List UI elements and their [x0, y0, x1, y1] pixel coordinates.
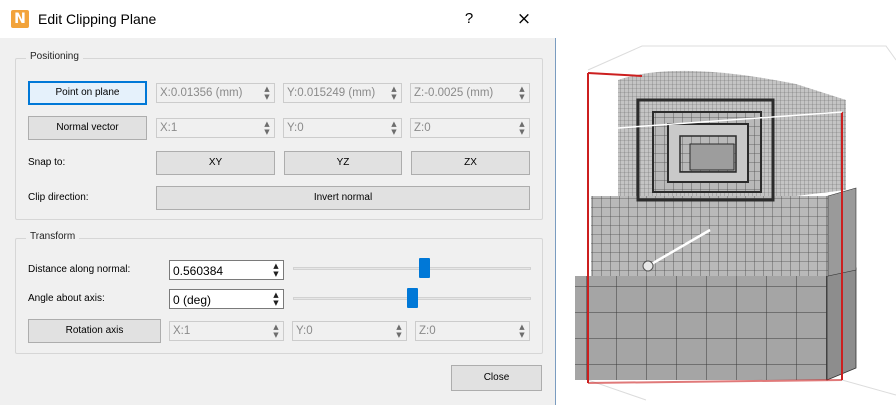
snap-to-label: Snap to: [28, 157, 66, 168]
invert-normal-button[interactable]: Invert normal [156, 186, 530, 210]
point-y-field[interactable]: Y:0.015249 (mm) ▲ ▼ [283, 83, 402, 103]
spin-down-icon[interactable]: ▼ [388, 128, 400, 136]
spin-up-icon[interactable]: ▲ [270, 262, 282, 270]
model-viewport[interactable] [556, 0, 896, 405]
rotation-axis-button[interactable]: Rotation axis [28, 319, 161, 343]
normal-x-spin-arrows[interactable]: ▲ ▼ [261, 120, 273, 136]
distance-slider-track[interactable] [293, 267, 531, 270]
help-button[interactable]: ? [455, 6, 483, 32]
normal-y-field[interactable]: Y:0 ▲ ▼ [283, 118, 402, 138]
distance-input[interactable]: 0.560384 ▲ ▼ [169, 260, 284, 280]
snap-zx-button[interactable]: ZX [411, 151, 530, 175]
mesh-render [575, 45, 896, 401]
normal-x-value: X:1 [160, 122, 178, 134]
title-bar[interactable]: N Edit Clipping Plane ? × [0, 0, 556, 38]
axis-y-field[interactable]: Y:0 ▲ ▼ [292, 321, 407, 341]
point-y-value: Y:0.015249 (mm) [287, 87, 376, 99]
snap-yz-button[interactable]: YZ [284, 151, 402, 175]
normal-x-field[interactable]: X:1 ▲ ▼ [156, 118, 275, 138]
normal-y-value: Y:0 [287, 122, 304, 134]
close-window-icon[interactable]: × [508, 6, 540, 32]
spin-up-icon[interactable]: ▲ [516, 120, 528, 128]
spin-up-icon[interactable]: ▲ [388, 85, 400, 93]
spin-down-icon[interactable]: ▼ [516, 331, 528, 339]
point-x-spin-arrows[interactable]: ▲ ▼ [261, 85, 273, 101]
angle-input[interactable]: 0 (deg) ▲ ▼ [169, 289, 284, 309]
spin-up-icon[interactable]: ▲ [261, 120, 273, 128]
spin-down-icon[interactable]: ▼ [388, 93, 400, 101]
distance-slider[interactable] [293, 258, 531, 278]
spin-down-icon[interactable]: ▼ [270, 270, 282, 278]
normal-z-field[interactable]: Z:0 ▲ ▼ [410, 118, 530, 138]
axis-y-spin-arrows[interactable]: ▲ ▼ [393, 323, 405, 339]
axis-z-value: Z:0 [419, 325, 436, 337]
axis-x-spin-arrows[interactable]: ▲ ▼ [270, 323, 282, 339]
snap-xy-button[interactable]: XY [156, 151, 275, 175]
angle-about-axis-label: Angle about axis: [28, 293, 105, 304]
point-x-field[interactable]: X:0.01356 (mm) ▲ ▼ [156, 83, 275, 103]
axis-x-value: X:1 [173, 325, 191, 337]
normal-y-spin-arrows[interactable]: ▲ ▼ [388, 120, 400, 136]
point-z-spin-arrows[interactable]: ▲ ▼ [516, 85, 528, 101]
axis-z-field[interactable]: Z:0 ▲ ▼ [415, 321, 530, 341]
distance-along-normal-label: Distance along normal: [28, 264, 131, 275]
spin-up-icon[interactable]: ▲ [270, 291, 282, 299]
spin-up-icon[interactable]: ▲ [516, 85, 528, 93]
spin-up-icon[interactable]: ▲ [393, 323, 405, 331]
dialog-title: Edit Clipping Plane [38, 11, 157, 27]
axis-x-field[interactable]: X:1 ▲ ▼ [169, 321, 284, 341]
distance-slider-handle[interactable] [418, 258, 430, 278]
spin-up-icon[interactable]: ▲ [261, 85, 273, 93]
app-logo-icon: N [11, 10, 29, 28]
normal-z-spin-arrows[interactable]: ▲ ▼ [516, 120, 528, 136]
spin-down-icon[interactable]: ▼ [270, 299, 282, 307]
axis-z-spin-arrows[interactable]: ▲ ▼ [516, 323, 528, 339]
point-z-field[interactable]: Z:-0.0025 (mm) ▲ ▼ [410, 83, 530, 103]
spin-up-icon[interactable]: ▲ [388, 120, 400, 128]
angle-value: 0 (deg) [173, 293, 212, 307]
point-z-value: Z:-0.0025 (mm) [414, 87, 494, 99]
transform-group-title: Transform [26, 231, 80, 242]
edit-clipping-plane-dialog: N Edit Clipping Plane ? × Positioning Po… [0, 0, 556, 405]
angle-slider[interactable] [293, 288, 531, 308]
distance-spin-arrows[interactable]: ▲ ▼ [270, 262, 282, 278]
distance-value: 0.560384 [173, 264, 224, 278]
point-x-value: X:0.01356 (mm) [160, 87, 243, 99]
normal-z-value: Z:0 [414, 122, 431, 134]
point-on-plane-button[interactable]: Point on plane [28, 81, 147, 105]
angle-spin-arrows[interactable]: ▲ ▼ [270, 291, 282, 307]
spin-down-icon[interactable]: ▼ [261, 128, 273, 136]
spin-up-icon[interactable]: ▲ [270, 323, 282, 331]
normal-vector-button[interactable]: Normal vector [28, 116, 147, 140]
spin-up-icon[interactable]: ▲ [516, 323, 528, 331]
angle-slider-handle[interactable] [407, 288, 418, 308]
close-button[interactable]: Close [451, 365, 542, 391]
spin-down-icon[interactable]: ▼ [261, 93, 273, 101]
spin-down-icon[interactable]: ▼ [516, 93, 528, 101]
point-y-spin-arrows[interactable]: ▲ ▼ [388, 85, 400, 101]
axis-y-value: Y:0 [296, 325, 313, 337]
clip-direction-label: Clip direction: [28, 192, 89, 203]
spin-down-icon[interactable]: ▼ [270, 331, 282, 339]
spin-down-icon[interactable]: ▼ [516, 128, 528, 136]
spin-down-icon[interactable]: ▼ [393, 331, 405, 339]
positioning-group-title: Positioning [26, 51, 83, 62]
